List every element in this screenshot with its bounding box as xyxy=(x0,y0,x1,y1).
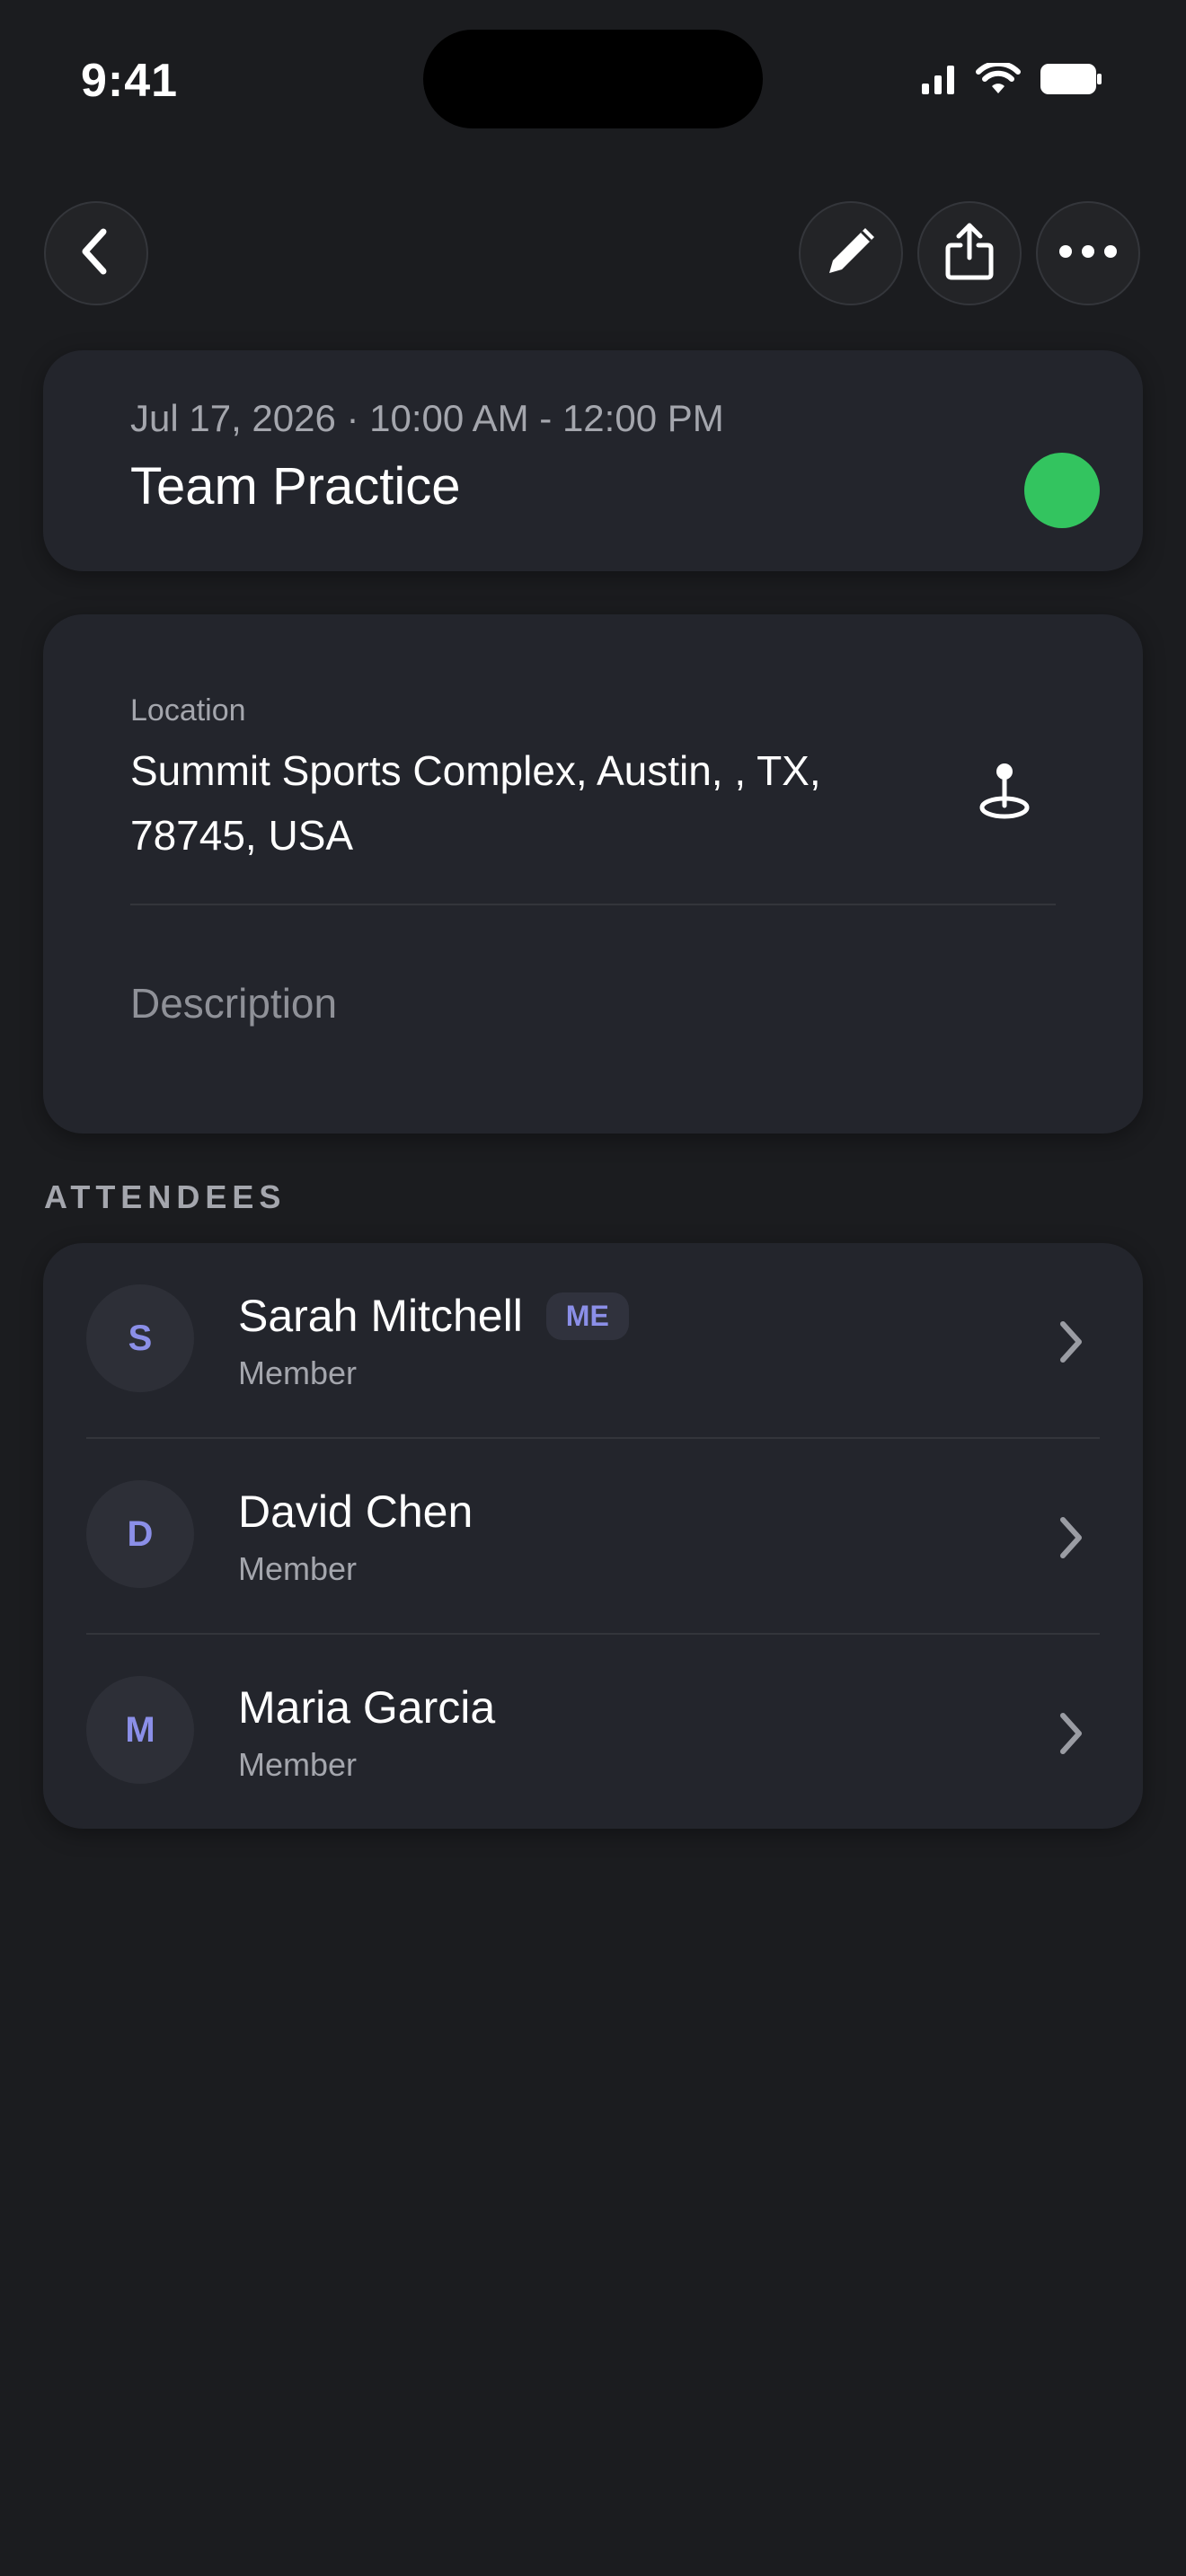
status-time: 9:41 xyxy=(81,55,179,107)
event-title: Team Practice xyxy=(130,457,461,516)
wifi-icon xyxy=(976,60,1021,100)
attendee-name: David Chen xyxy=(238,1486,474,1537)
location-label: Location xyxy=(130,693,246,728)
share-icon xyxy=(944,222,995,286)
dynamic-island xyxy=(423,30,763,128)
event-header-card: Jul 17, 2026 · 10:00 AM - 12:00 PM Team … xyxy=(43,350,1143,571)
attendee-name-group: David Chen xyxy=(238,1486,473,1538)
location-value[interactable]: Summit Sports Complex, Austin, , TX, 787… xyxy=(130,738,867,868)
event-status-indicator xyxy=(1024,453,1100,528)
attendee-row[interactable]: M Maria Garcia Member xyxy=(43,1635,1143,1831)
attendee-name-group: Maria Garcia xyxy=(238,1681,495,1734)
attendee-role: Member xyxy=(238,1354,358,1391)
attendee-name: Maria Garcia xyxy=(238,1682,496,1733)
event-details-card: Location Summit Sports Complex, Austin, … xyxy=(43,614,1143,1134)
avatar: S xyxy=(86,1284,194,1392)
attendee-role: Member xyxy=(238,1550,358,1587)
attendee-role: Member xyxy=(238,1746,358,1783)
attendee-name-group: Sarah Mitchell ME xyxy=(238,1290,629,1342)
chevron-right-icon xyxy=(1053,1707,1089,1760)
me-badge: ME xyxy=(545,1292,629,1340)
chevron-left-icon xyxy=(76,226,116,281)
attendee-row[interactable]: S Sarah Mitchell ME Member xyxy=(43,1243,1143,1439)
ellipsis-icon xyxy=(1058,244,1118,263)
attendee-row[interactable]: D David Chen Member xyxy=(43,1439,1143,1635)
cellular-signal-icon xyxy=(922,64,956,99)
attendee-name: Sarah Mitchell xyxy=(238,1291,523,1341)
details-divider xyxy=(130,904,1056,905)
battery-icon xyxy=(1040,64,1102,99)
status-icons xyxy=(922,60,1102,100)
edit-button[interactable] xyxy=(799,201,903,305)
event-datetime: Jul 17, 2026 · 10:00 AM - 12:00 PM xyxy=(130,397,724,439)
map-pin-icon[interactable] xyxy=(960,745,1049,835)
status-bar: 9:41 xyxy=(0,0,1186,162)
attendees-section-title: ATTENDEES xyxy=(44,1178,287,1215)
chevron-right-icon xyxy=(1053,1315,1089,1369)
pencil-icon xyxy=(822,223,880,285)
avatar: M xyxy=(86,1676,194,1784)
more-options-button[interactable] xyxy=(1036,201,1140,305)
chevron-right-icon xyxy=(1053,1511,1089,1565)
attendees-list: S Sarah Mitchell ME Member D David Chen … xyxy=(43,1243,1143,1829)
back-button[interactable] xyxy=(44,201,148,305)
avatar: D xyxy=(86,1480,194,1588)
share-button[interactable] xyxy=(917,201,1022,305)
description-field[interactable]: Description xyxy=(130,979,337,1028)
